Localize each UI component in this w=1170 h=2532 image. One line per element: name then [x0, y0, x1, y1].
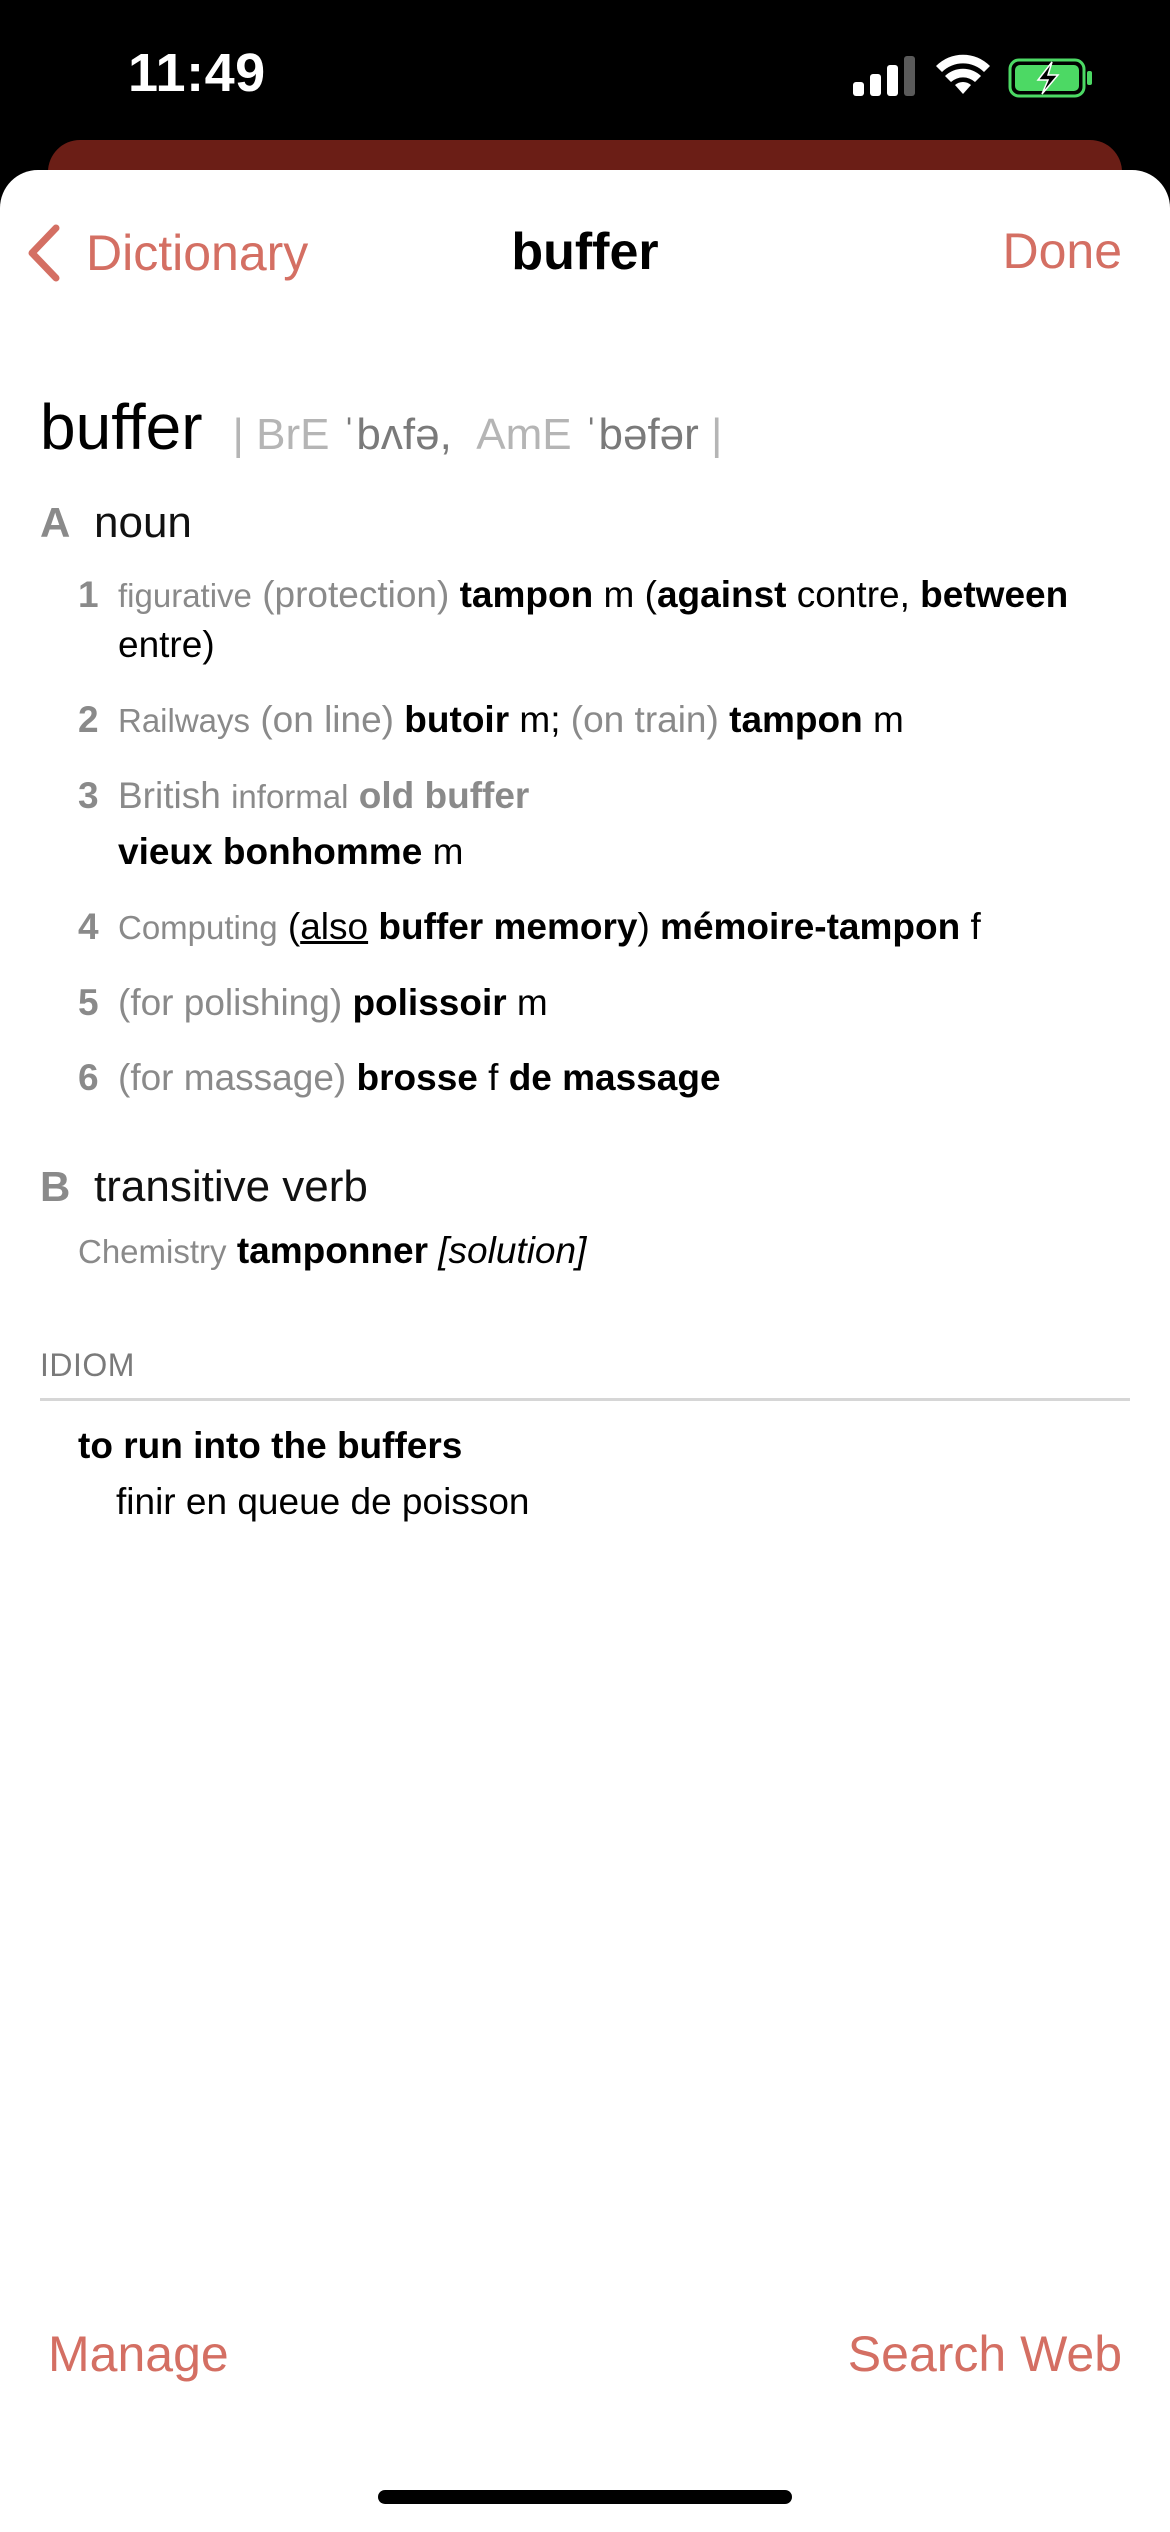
translation: brosse — [356, 1057, 478, 1098]
headword-row: buffer | BrE ˈbʌfə, AmE ˈbəfər | — [40, 390, 1130, 464]
pos-label: noun — [94, 498, 192, 547]
pos-noun: A noun — [40, 498, 1130, 548]
context: (on train) — [570, 699, 719, 740]
pron-bre-ipa: ˈbʌfə, — [341, 410, 452, 459]
headword: buffer — [40, 391, 203, 463]
sense-number: 4 — [78, 906, 99, 947]
cellular-signal-icon — [853, 56, 915, 96]
idiom-translation: finir en queue de poisson — [116, 1481, 530, 1522]
register-label: informal — [231, 778, 349, 815]
keyword-translation: entre) — [118, 624, 215, 665]
sense-number: 2 — [78, 699, 99, 740]
pos-letter: A — [40, 499, 71, 546]
sense-body: Computing (also buffer memory) mémoire-t… — [118, 902, 1130, 952]
sense-number: 3 — [78, 775, 99, 816]
pronunciation: | BrE ˈbʌfə, AmE ˈbəfər | — [233, 410, 723, 460]
sense-number: 5 — [78, 982, 99, 1023]
paren-open: ( — [287, 906, 301, 947]
gender: m — [873, 699, 904, 740]
wifi-icon — [936, 54, 990, 94]
region-label: British — [118, 775, 221, 816]
pron-bre-label: BrE — [256, 410, 330, 459]
sense-number: 6 — [78, 1057, 99, 1098]
also-link[interactable]: also — [300, 906, 368, 947]
pos-letter: B — [40, 1163, 71, 1210]
pron-ame-ipa: ˈbəfər — [583, 410, 699, 459]
status-bar: 11:49 — [0, 0, 1170, 160]
gender: m — [432, 831, 464, 872]
sense-body: figurative (protection) tampon m (agains… — [118, 570, 1130, 669]
pos-verb: B transitive verb — [40, 1162, 1130, 1212]
gender: m — [516, 982, 548, 1023]
battery-charging-icon — [1008, 58, 1092, 98]
sense-1: 1 figurative (protection) tampon m (agai… — [78, 570, 1130, 669]
manage-button[interactable]: Manage — [48, 2325, 229, 2383]
translation: vieux bonhomme — [118, 831, 423, 872]
context: (on line) — [260, 699, 395, 740]
gender: f — [488, 1057, 499, 1098]
context: (protection) — [262, 574, 450, 615]
translation: tampon — [729, 699, 863, 740]
verb-sense: Chemistry tamponner [solution] — [78, 1226, 1130, 1277]
context: (for massage) — [118, 1057, 347, 1098]
translation-line: vieux bonhomme m — [118, 827, 1130, 876]
sense-number: 1 — [78, 574, 99, 615]
translation-continued: de massage — [508, 1057, 721, 1098]
paren-close: ) — [637, 906, 650, 947]
sense-body: (for massage) brosse f de massage — [118, 1053, 1130, 1102]
pos-label: transitive verb — [94, 1162, 368, 1211]
translation: mémoire-tampon — [660, 906, 961, 947]
domain-label: Railways — [118, 702, 251, 739]
dictionary-sheet: Dictionary buffer Done buffer | BrE ˈbʌf… — [0, 170, 1170, 2532]
phrase: buffer memory — [378, 906, 638, 947]
status-time: 11:49 — [128, 43, 266, 103]
sense-list: 1 figurative (protection) tampon m (agai… — [40, 570, 1130, 1102]
sense-2: 2 Railways (on line) butoir m; (on train… — [78, 695, 1130, 745]
page-title: buffer — [511, 223, 659, 281]
pron-sep-open: | — [232, 410, 244, 459]
domain-label: Computing — [118, 909, 278, 946]
pron-ame-label: AmE — [476, 410, 572, 459]
search-web-button[interactable]: Search Web — [848, 2325, 1122, 2383]
idiom-phrase: to run into the buffers — [78, 1425, 463, 1466]
keyword: between — [920, 574, 1069, 615]
object-note: [solution] — [438, 1230, 587, 1271]
translation: tampon — [459, 574, 594, 615]
gender: m; — [519, 699, 561, 740]
pron-sep-close: | — [711, 410, 723, 459]
home-indicator — [378, 2490, 792, 2504]
entry-content: buffer | BrE ˈbʌfə, AmE ˈbəfər | A noun … — [40, 390, 1130, 1523]
done-button[interactable]: Done — [1002, 222, 1122, 280]
sense-body: Railways (on line) butoir m; (on train) … — [118, 695, 1130, 745]
context: (for polishing) — [118, 982, 343, 1023]
sense-4: 4 Computing (also buffer memory) mémoire… — [78, 902, 1130, 952]
keyword: against — [656, 574, 787, 615]
translation: tamponner — [236, 1230, 428, 1271]
idiom-heading: IDIOM — [40, 1347, 1130, 1401]
gender: f — [970, 906, 981, 947]
sense-body: (for polishing) polissoir m — [118, 978, 1130, 1027]
register-label: figurative — [118, 577, 252, 614]
paren-open: ( — [644, 574, 657, 615]
phrase: old buffer — [358, 775, 530, 816]
domain-label: Chemistry — [78, 1233, 227, 1270]
sense-body: British informal old buffer vieux bonhom… — [118, 771, 1130, 876]
translation: butoir — [404, 699, 510, 740]
sense-5: 5 (for polishing) polissoir m — [78, 978, 1130, 1027]
gender: m — [603, 574, 635, 615]
sense-6: 6 (for massage) brosse f de massage — [78, 1053, 1130, 1102]
translation: polissoir — [352, 982, 507, 1023]
keyword-translation: contre, — [796, 574, 910, 615]
sense-3: 3 British informal old buffer vieux bonh… — [78, 771, 1130, 876]
